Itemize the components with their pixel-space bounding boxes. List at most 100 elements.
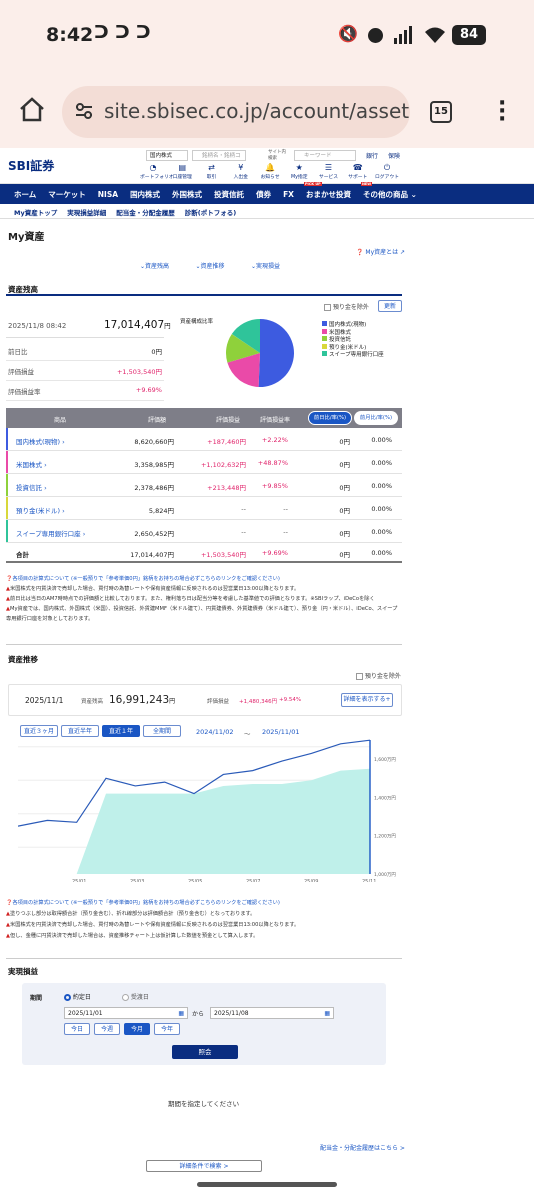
anchor-realized[interactable]: ⌄実現損益 (251, 261, 280, 270)
nav-item-6[interactable]: 債券 (250, 189, 277, 200)
balance-total: 17,014,407円 (104, 319, 171, 331)
nav-item-8[interactable]: おまかせ投資 PICK UP (300, 181, 357, 200)
quick-button-3[interactable]: 今年 (154, 1023, 180, 1035)
header-support-button[interactable]: ☎ サポート (345, 163, 371, 183)
notes-balance: ❓各項目の計算式について (※一般預りで「参考単価0円」銘柄をお持ちの場合必ずこ… (6, 574, 402, 624)
search-category-select[interactable]: 国内株式 (146, 150, 188, 161)
nav-item-7[interactable]: FX (277, 190, 300, 199)
trend-total-value: 16,991,243 (109, 694, 170, 706)
realized-message: 期間を指定してください (168, 1100, 240, 1108)
url-text[interactable]: site.sbisec.co.jp/account/assets (104, 99, 410, 123)
radio-trade-date-label: 約定日 (72, 994, 91, 1001)
detail-search-button[interactable]: 詳細条件で検索 > (146, 1160, 262, 1172)
calendar-icon[interactable]: ▦ (324, 1008, 330, 1019)
stock-search-input[interactable]: 銘柄名・銘柄コ (192, 150, 246, 161)
anchor-balance[interactable]: ⌄資産残高 (140, 261, 169, 270)
nav-item-1[interactable]: マーケット (42, 189, 92, 200)
site-settings-icon[interactable] (74, 101, 94, 125)
sbi-logo[interactable]: SBI証券 (8, 157, 54, 174)
dividend-history-link[interactable]: 配当金・分配金履歴はこちら > (320, 1143, 405, 1152)
nav-item-2[interactable]: NISA (92, 190, 124, 199)
nav-item-9[interactable]: その他の商品 NEW ⌄ (357, 181, 423, 200)
header-portfolio-button[interactable]: ◔ ポートフォリオ (140, 163, 174, 183)
subnav-item-1[interactable]: 実現損益詳細 (67, 207, 106, 217)
anchor-trend[interactable]: ⌄資産推移 (195, 261, 224, 270)
subnav-item-3[interactable]: 診断(ポトフォる) (185, 207, 236, 217)
legend-label: 預り金(米ドル) (329, 344, 367, 351)
cell-rate: +48.87% (257, 459, 288, 467)
product-link[interactable]: 米国株式 › (16, 459, 47, 469)
search-category-label: 国内株式 (150, 153, 173, 159)
calendar-icon[interactable]: ▦ (178, 1008, 184, 1019)
radio-trade-date[interactable]: 約定日 (64, 992, 91, 1001)
note-line: ❓各項目の計算式について (※一般預りで「参考単価0円」銘柄をお持ちの場合必ずこ… (6, 574, 402, 584)
radio-settle-date[interactable]: 受渡日 (122, 992, 149, 1001)
header-pl: 評価損益 (216, 417, 241, 424)
home-icon[interactable] (18, 96, 46, 126)
range-to[interactable]: 2025/11/01 (262, 728, 299, 736)
cell-pl: -- (241, 505, 246, 513)
header-logout-button[interactable]: ⏻ ログアウト (374, 163, 400, 183)
exclude-deposit-label: 預り金を除外 (332, 304, 369, 311)
product-link[interactable]: 預り金(米ドル) › (16, 505, 65, 515)
subnav-item-2[interactable]: 配当金・分配金履歴 (116, 207, 175, 217)
note-line: ▲米国株式を円貨決済で売却した場合、買付時の為替レートや保有資産情報に反映される… (6, 920, 402, 931)
search-button[interactable]: 照会 (172, 1045, 238, 1059)
trend-yen: 円 (169, 698, 176, 705)
header-trade-button[interactable]: ⇄ 取引 (199, 163, 225, 183)
range-from[interactable]: 2024/11/02 (196, 728, 233, 736)
product-link[interactable]: 投資信託 › (16, 482, 47, 492)
nav-item-label: FX (283, 189, 294, 199)
service-icon: ☰ (324, 163, 333, 172)
header-icon-label: サービス (318, 175, 339, 180)
header-service-button[interactable]: ☰ サービス (316, 163, 342, 183)
help-link[interactable]: ❓ My資産とは ↗ (356, 247, 405, 256)
row-color-bar (6, 428, 8, 450)
insurance-link[interactable]: 保険 (388, 151, 400, 160)
table-row: スイープ専用銀行口座 › 2,650,452円 -- -- 0円 0.00% (6, 520, 402, 543)
nav-item-0[interactable]: ホーム (8, 189, 42, 200)
pie-legend: 国内株式(現物) 米国株式 投資信託 預り金(米ドル) スイープ専用銀行口座 (322, 321, 384, 359)
menu-icon[interactable]: · · · (498, 93, 506, 131)
notification-icons: ᑐ ᑐ ᑐ (94, 22, 151, 43)
header-notice-button[interactable]: 🔔 お知らせ (257, 163, 283, 183)
subnav-item-0[interactable]: My資産トップ (14, 207, 57, 217)
quick-button-2[interactable]: 今月 (124, 1023, 150, 1035)
header-deposit-button[interactable]: ¥ 入出金 (228, 163, 254, 183)
keyword-input[interactable]: キーワード (294, 150, 356, 161)
bank-link[interactable]: 銀行 (366, 151, 378, 160)
product-link[interactable]: スイープ専用銀行口座 › (16, 528, 85, 538)
x-tick-label: 25/01 (72, 879, 86, 882)
to-date-input[interactable]: 2025/11/08 ▦ (210, 1007, 334, 1019)
balance-row-value: +1,503,540円 (116, 368, 162, 376)
legend-item: 米国株式 (322, 328, 384, 337)
quick-button-0[interactable]: 今日 (64, 1023, 90, 1035)
refresh-button[interactable]: 更新 (378, 300, 402, 312)
x-tick-label: 25/07 (246, 879, 260, 882)
exclude-deposit-checkbox[interactable]: 預り金を除外 (324, 302, 369, 311)
main-nav: ホーム マーケット NISA 国内株式 外国株式 投資信託 債券 FX おまかせ投資 PICK U… (0, 181, 534, 204)
nav-item-4[interactable]: 外国株式 (166, 189, 208, 200)
quick-button-1[interactable]: 今週 (94, 1023, 120, 1035)
toggle-daily[interactable]: 前日比/率(%) (308, 411, 352, 425)
header-account-button[interactable]: ▤ 口座管理 (169, 163, 195, 183)
header-my-button[interactable]: ★ My指定 (286, 163, 312, 183)
note-text[interactable]: 各項目の計算式について (※一般預りで「参考単価0円」銘柄をお持ちの場合必ずこち… (12, 576, 279, 582)
tab-switcher-button[interactable]: 15 (430, 101, 452, 123)
nav-item-label: NISA (97, 189, 119, 199)
logout-icon: ⏻ (383, 163, 391, 172)
nav-item-3[interactable]: 国内株式 (124, 189, 166, 200)
product-link[interactable]: 国内株式(現物) › (16, 436, 65, 446)
address-bar[interactable]: site.sbisec.co.jp/account/assets (62, 86, 410, 138)
note-text[interactable]: 各項目の計算式について (※一般預りで「参考単価0円」銘柄をお持ちの場合必ずこち… (12, 900, 279, 906)
row-color-bar (6, 520, 8, 542)
toggle-monthly[interactable]: 前月比/率(%) (354, 411, 398, 425)
notes-trend: ❓各項目の計算式について (※一般預りで「参考単価0円」銘柄をお持ちの場合必ずこ… (6, 898, 402, 942)
header-rate: 評価損益率 (260, 417, 291, 424)
chevron-right-icon: › (42, 461, 47, 469)
from-date-input[interactable]: 2025/11/01 ▦ (64, 1007, 188, 1019)
table-row: 国内株式(現物) › 8,620,660円 +187,460円 +2.22% 0円 0.0… (6, 428, 402, 451)
trend-exclude-checkbox[interactable]: 預り金を除外 (356, 671, 401, 680)
nav-item-5[interactable]: 投資信託 (208, 189, 250, 200)
trend-detail-button[interactable]: 詳細を表示する+ (341, 693, 393, 707)
